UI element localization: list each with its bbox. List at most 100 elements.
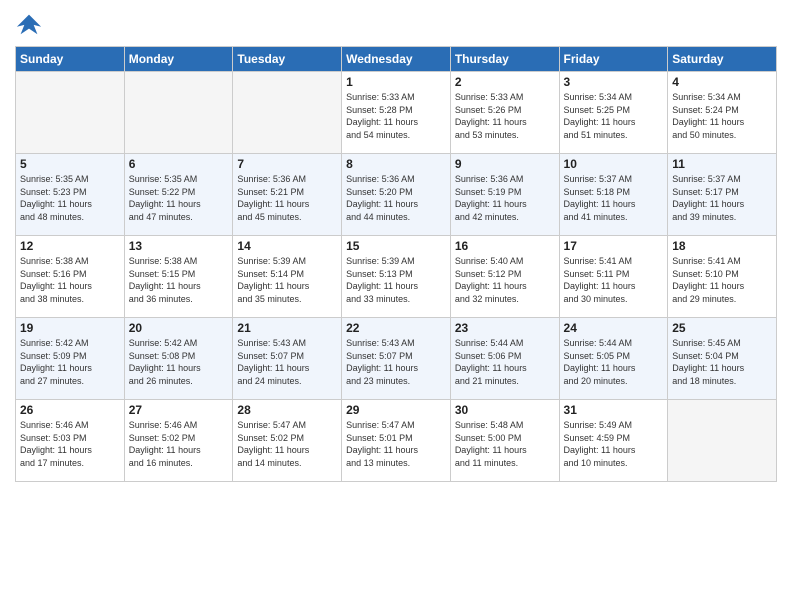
day-info: Sunrise: 5:48 AM Sunset: 5:00 PM Dayligh… [455, 419, 555, 469]
weekday-header-wednesday: Wednesday [342, 47, 451, 72]
day-number: 10 [564, 157, 664, 171]
calendar-day: 3 Sunrise: 5:34 AM Sunset: 5:25 PM Daylig… [559, 72, 668, 154]
day-info: Sunrise: 5:41 AM Sunset: 5:11 PM Dayligh… [564, 255, 664, 305]
day-info: Sunrise: 5:41 AM Sunset: 5:10 PM Dayligh… [672, 255, 772, 305]
day-number: 24 [564, 321, 664, 335]
calendar-day: 31 Sunrise: 5:49 AM Sunset: 4:59 PM Dayli… [559, 400, 668, 482]
calendar-day: 1 Sunrise: 5:33 AM Sunset: 5:28 PM Daylig… [342, 72, 451, 154]
calendar-day [668, 400, 777, 482]
calendar-day: 28 Sunrise: 5:47 AM Sunset: 5:02 PM Dayli… [233, 400, 342, 482]
day-number: 3 [564, 75, 664, 89]
day-number: 9 [455, 157, 555, 171]
calendar-day: 23 Sunrise: 5:44 AM Sunset: 5:06 PM Dayli… [450, 318, 559, 400]
calendar-day: 29 Sunrise: 5:47 AM Sunset: 5:01 PM Dayli… [342, 400, 451, 482]
day-info: Sunrise: 5:36 AM Sunset: 5:21 PM Dayligh… [237, 173, 337, 223]
logo [15, 10, 47, 38]
day-number: 7 [237, 157, 337, 171]
day-number: 21 [237, 321, 337, 335]
day-number: 2 [455, 75, 555, 89]
calendar-day: 15Sunrise: 5:39 AM Sunset: 5:13 PM Dayli… [342, 236, 451, 318]
calendar-day: 19 Sunrise: 5:42 AM Sunset: 5:09 PM Dayli… [16, 318, 125, 400]
day-info: Sunrise: 5:44 AM Sunset: 5:06 PM Dayligh… [455, 337, 555, 387]
calendar-day: 4Sunrise: 5:34 AM Sunset: 5:24 PM Daylig… [668, 72, 777, 154]
weekday-header-monday: Monday [124, 47, 233, 72]
calendar-day: 30 Sunrise: 5:48 AM Sunset: 5:00 PM Dayli… [450, 400, 559, 482]
calendar-day: 24 Sunrise: 5:44 AM Sunset: 5:05 PM Dayli… [559, 318, 668, 400]
day-info: Sunrise: 5:49 AM Sunset: 4:59 PM Dayligh… [564, 419, 664, 469]
calendar-week-1: 1 Sunrise: 5:33 AM Sunset: 5:28 PM Daylig… [16, 72, 777, 154]
day-info: Sunrise: 5:43 AM Sunset: 5:07 PM Dayligh… [346, 337, 446, 387]
day-number: 27 [129, 403, 229, 417]
day-number: 28 [237, 403, 337, 417]
logo-icon [15, 10, 43, 38]
day-number: 6 [129, 157, 229, 171]
day-number: 23 [455, 321, 555, 335]
calendar-day: 2 Sunrise: 5:33 AM Sunset: 5:26 PM Daylig… [450, 72, 559, 154]
day-number: 22 [346, 321, 446, 335]
day-number: 14 [237, 239, 337, 253]
calendar-day: 8Sunrise: 5:36 AM Sunset: 5:20 PM Daylig… [342, 154, 451, 236]
day-number: 12 [20, 239, 120, 253]
day-info: Sunrise: 5:46 AM Sunset: 5:02 PM Dayligh… [129, 419, 229, 469]
weekday-header-friday: Friday [559, 47, 668, 72]
day-info: Sunrise: 5:37 AM Sunset: 5:17 PM Dayligh… [672, 173, 772, 223]
calendar-day: 13Sunrise: 5:38 AM Sunset: 5:15 PM Dayli… [124, 236, 233, 318]
calendar-week-5: 26 Sunrise: 5:46 AM Sunset: 5:03 PM Dayli… [16, 400, 777, 482]
day-number: 18 [672, 239, 772, 253]
calendar-day: 18 Sunrise: 5:41 AM Sunset: 5:10 PM Dayli… [668, 236, 777, 318]
weekday-header-thursday: Thursday [450, 47, 559, 72]
weekday-header-saturday: Saturday [668, 47, 777, 72]
calendar-day: 22 Sunrise: 5:43 AM Sunset: 5:07 PM Dayli… [342, 318, 451, 400]
day-number: 30 [455, 403, 555, 417]
day-info: Sunrise: 5:35 AM Sunset: 5:23 PM Dayligh… [20, 173, 120, 223]
day-number: 26 [20, 403, 120, 417]
day-info: Sunrise: 5:47 AM Sunset: 5:01 PM Dayligh… [346, 419, 446, 469]
calendar-day: 20Sunrise: 5:42 AM Sunset: 5:08 PM Dayli… [124, 318, 233, 400]
calendar-day: 25 Sunrise: 5:45 AM Sunset: 5:04 PM Dayli… [668, 318, 777, 400]
day-info: Sunrise: 5:47 AM Sunset: 5:02 PM Dayligh… [237, 419, 337, 469]
day-info: Sunrise: 5:39 AM Sunset: 5:14 PM Dayligh… [237, 255, 337, 305]
day-number: 31 [564, 403, 664, 417]
calendar-day: 21 Sunrise: 5:43 AM Sunset: 5:07 PM Dayli… [233, 318, 342, 400]
day-info: Sunrise: 5:46 AM Sunset: 5:03 PM Dayligh… [20, 419, 120, 469]
calendar-day: 14 Sunrise: 5:39 AM Sunset: 5:14 PM Dayli… [233, 236, 342, 318]
day-number: 11 [672, 157, 772, 171]
day-info: Sunrise: 5:39 AM Sunset: 5:13 PM Dayligh… [346, 255, 446, 305]
day-info: Sunrise: 5:34 AM Sunset: 5:24 PM Dayligh… [672, 91, 772, 141]
day-number: 5 [20, 157, 120, 171]
day-number: 29 [346, 403, 446, 417]
day-info: Sunrise: 5:45 AM Sunset: 5:04 PM Dayligh… [672, 337, 772, 387]
day-info: Sunrise: 5:33 AM Sunset: 5:26 PM Dayligh… [455, 91, 555, 141]
day-info: Sunrise: 5:35 AM Sunset: 5:22 PM Dayligh… [129, 173, 229, 223]
calendar-day: 17Sunrise: 5:41 AM Sunset: 5:11 PM Dayli… [559, 236, 668, 318]
day-number: 20 [129, 321, 229, 335]
day-number: 19 [20, 321, 120, 335]
day-info: Sunrise: 5:36 AM Sunset: 5:20 PM Dayligh… [346, 173, 446, 223]
day-info: Sunrise: 5:40 AM Sunset: 5:12 PM Dayligh… [455, 255, 555, 305]
calendar-day: 12 Sunrise: 5:38 AM Sunset: 5:16 PM Dayli… [16, 236, 125, 318]
calendar-day [16, 72, 125, 154]
calendar-day: 27 Sunrise: 5:46 AM Sunset: 5:02 PM Dayli… [124, 400, 233, 482]
weekday-header-tuesday: Tuesday [233, 47, 342, 72]
calendar-table: SundayMondayTuesdayWednesdayThursdayFrid… [15, 46, 777, 482]
calendar-week-2: 5 Sunrise: 5:35 AM Sunset: 5:23 PM Daylig… [16, 154, 777, 236]
main-container: SundayMondayTuesdayWednesdayThursdayFrid… [0, 0, 792, 487]
calendar-day [124, 72, 233, 154]
day-info: Sunrise: 5:43 AM Sunset: 5:07 PM Dayligh… [237, 337, 337, 387]
calendar-day: 9Sunrise: 5:36 AM Sunset: 5:19 PM Daylig… [450, 154, 559, 236]
day-info: Sunrise: 5:42 AM Sunset: 5:09 PM Dayligh… [20, 337, 120, 387]
day-info: Sunrise: 5:34 AM Sunset: 5:25 PM Dayligh… [564, 91, 664, 141]
weekday-header-sunday: Sunday [16, 47, 125, 72]
day-number: 13 [129, 239, 229, 253]
calendar-week-3: 12 Sunrise: 5:38 AM Sunset: 5:16 PM Dayli… [16, 236, 777, 318]
calendar-day: 5 Sunrise: 5:35 AM Sunset: 5:23 PM Daylig… [16, 154, 125, 236]
day-info: Sunrise: 5:44 AM Sunset: 5:05 PM Dayligh… [564, 337, 664, 387]
day-number: 1 [346, 75, 446, 89]
day-info: Sunrise: 5:38 AM Sunset: 5:16 PM Dayligh… [20, 255, 120, 305]
day-number: 25 [672, 321, 772, 335]
day-info: Sunrise: 5:33 AM Sunset: 5:28 PM Dayligh… [346, 91, 446, 141]
calendar-day: 7 Sunrise: 5:36 AM Sunset: 5:21 PM Daylig… [233, 154, 342, 236]
day-number: 16 [455, 239, 555, 253]
day-info: Sunrise: 5:37 AM Sunset: 5:18 PM Dayligh… [564, 173, 664, 223]
calendar-day: 26 Sunrise: 5:46 AM Sunset: 5:03 PM Dayli… [16, 400, 125, 482]
